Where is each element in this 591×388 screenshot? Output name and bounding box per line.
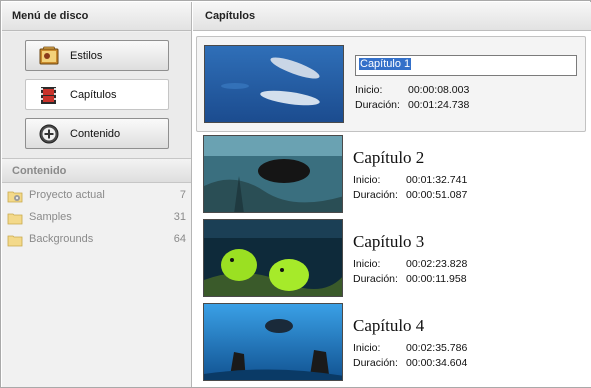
chapter-thumbnail[interactable] <box>204 45 344 123</box>
duration-label: Duración: <box>353 188 398 201</box>
duration-label: Duración: <box>355 98 400 111</box>
chapters-panel: Capítulos Capítulo 1 Inicio: 00:00:08.00… <box>193 2 591 387</box>
folder-name: Samples <box>29 211 72 223</box>
content-button[interactable]: Contenido <box>25 118 169 149</box>
chapter-info: Capítulo 4 Inicio: 00:02:35.786 Duración:… <box>353 303 467 370</box>
chapter-title-selected-text: Capítulo 1 <box>359 58 412 70</box>
chapters-button[interactable]: Capítulos <box>25 79 169 110</box>
start-value: 00:02:35.786 <box>406 341 468 354</box>
folder-item-current-project[interactable]: Proyecto actual 7 <box>2 184 191 206</box>
chapters-button-label: Capítulos <box>70 88 117 101</box>
duration-value: 00:01:24.738 <box>408 98 470 111</box>
folder-name: Proyecto actual <box>29 189 105 201</box>
content-button-label: Contenido <box>70 127 121 140</box>
styles-button-label: Estilos <box>70 49 103 62</box>
add-content-icon <box>38 123 60 145</box>
content-section-title: Contenido <box>2 158 191 183</box>
duration-value: 00:00:11.958 <box>406 272 467 285</box>
start-label: Inicio: <box>353 257 381 270</box>
folder-icon <box>7 211 23 224</box>
chapter-info: Capítulo 1 Inicio: 00:00:08.003 Duración:… <box>355 55 577 112</box>
chapter-times: Inicio: 00:01:32.741 Duración: 00:00:51.08… <box>353 172 467 202</box>
folder-count: 31 <box>173 211 186 223</box>
chapters-film-icon <box>38 84 60 106</box>
chapter-item-4[interactable]: Capítulo 4 Inicio: 00:02:35.786 Duración:… <box>203 303 585 383</box>
folder-item-samples[interactable]: Samples 31 <box>2 206 191 228</box>
chapter-thumbnail[interactable] <box>203 303 343 381</box>
duration-value: 00:00:34.604 <box>406 356 468 369</box>
chapter-thumbnail[interactable] <box>203 135 343 213</box>
start-label: Inicio: <box>355 83 383 96</box>
folder-name: Backgrounds <box>29 233 94 245</box>
folder-list: Proyecto actual 7 Samples 31 Backgrounds… <box>2 184 191 250</box>
chapter-times: Inicio: 00:02:23.828 Duración: 00:00:11.95… <box>353 256 467 286</box>
folder-count: 64 <box>173 233 186 245</box>
duration-label: Duración: <box>353 356 398 369</box>
folder-count: 7 <box>179 189 186 201</box>
disc-menu-title: Menú de disco <box>2 2 191 31</box>
start-label: Inicio: <box>353 173 381 186</box>
chapter-times: Inicio: 00:02:35.786 Duración: 00:00:34.60… <box>353 340 467 370</box>
chapter-title[interactable]: Capítulo 4 <box>353 316 467 338</box>
folder-item-backgrounds[interactable]: Backgrounds 64 <box>2 228 191 250</box>
styles-icon <box>38 45 60 67</box>
start-value: 00:00:08.003 <box>408 83 470 96</box>
chapter-info: Capítulo 2 Inicio: 00:01:32.741 Duración:… <box>353 135 467 202</box>
disc-menu-panel: Menú de disco Estilos Capítulos Contenid… <box>2 2 192 387</box>
start-label: Inicio: <box>353 341 381 354</box>
chapter-title[interactable]: Capítulo 3 <box>353 232 467 254</box>
chapter-times: Inicio: 00:00:08.003 Duración: 00:01:24.73… <box>355 82 577 112</box>
duration-value: 00:00:51.087 <box>406 188 468 201</box>
chapter-title[interactable]: Capítulo 2 <box>353 148 467 170</box>
chapter-info: Capítulo 3 Inicio: 00:02:23.828 Duración:… <box>353 219 467 286</box>
project-folder-icon <box>7 189 23 202</box>
start-value: 00:01:32.741 <box>406 173 468 186</box>
menu-buttons-area: Estilos Capítulos Contenido <box>2 32 191 158</box>
styles-button[interactable]: Estilos <box>25 40 169 71</box>
chapter-thumbnail[interactable] <box>203 219 343 297</box>
chapters-panel-title: Capítulos <box>193 2 591 31</box>
folder-icon <box>7 233 23 246</box>
chapter-title-input[interactable]: Capítulo 1 <box>355 55 577 76</box>
duration-label: Duración: <box>353 272 398 285</box>
chapter-item-2[interactable]: Capítulo 2 Inicio: 00:01:32.741 Duración:… <box>203 135 585 215</box>
chapter-item-1[interactable]: Capítulo 1 Inicio: 00:00:08.003 Duración:… <box>196 36 586 132</box>
chapter-item-3[interactable]: Capítulo 3 Inicio: 00:02:23.828 Duración:… <box>203 219 585 299</box>
start-value: 00:02:23.828 <box>406 257 468 270</box>
app-window: Menú de disco Estilos Capítulos Contenid… <box>0 0 591 388</box>
